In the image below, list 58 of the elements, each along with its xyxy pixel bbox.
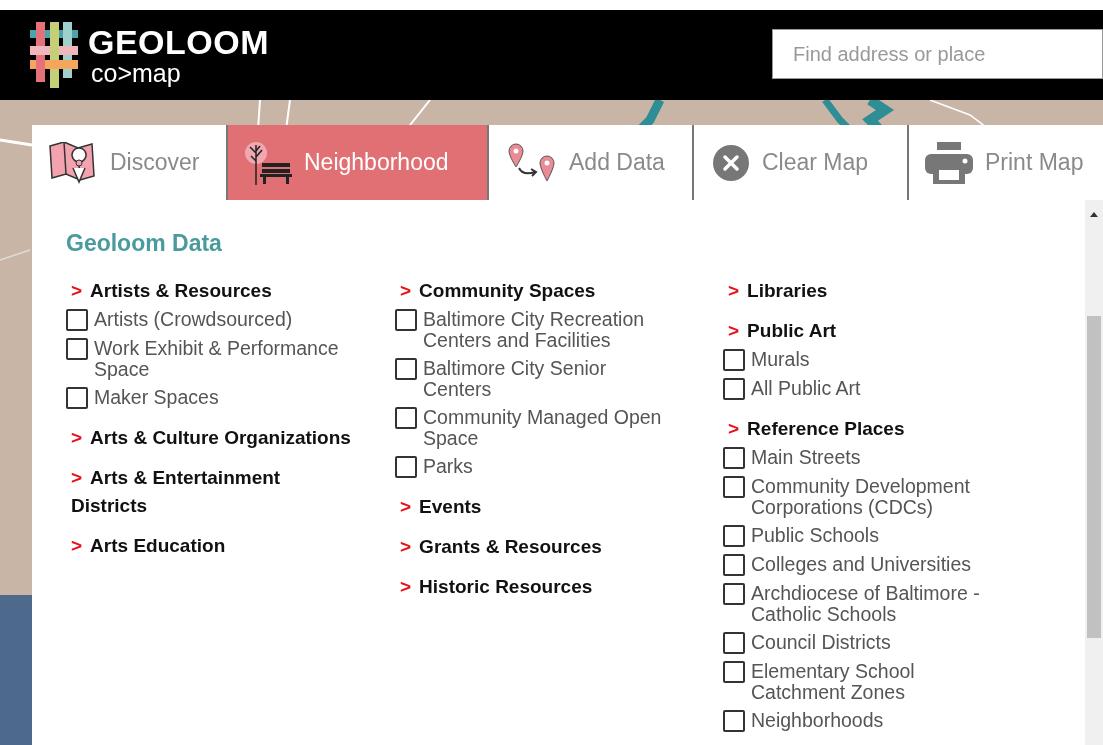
checkbox[interactable]	[723, 710, 745, 732]
checkbox[interactable]	[723, 583, 745, 605]
tree-bench-icon	[244, 140, 292, 185]
search-field[interactable]: Find address or place	[772, 29, 1103, 79]
category-heading[interactable]: > Historic Resources	[395, 573, 593, 601]
layer-label[interactable]: Baltimore City Senior Centers	[423, 358, 673, 400]
section-title: Geoloom Data	[66, 230, 222, 257]
pins-arrow-icon	[507, 141, 557, 184]
scrollbar-thumb[interactable]	[1087, 316, 1101, 638]
category-heading[interactable]: > Arts Education	[66, 532, 226, 560]
scrollbar[interactable]	[1085, 200, 1103, 745]
layer-label[interactable]: Council Districts	[751, 632, 891, 653]
checkbox[interactable]	[723, 661, 745, 683]
checkbox[interactable]	[723, 632, 745, 654]
category-heading[interactable]: > Community Spaces	[395, 277, 596, 305]
layer-label[interactable]: All Public Art	[751, 378, 861, 399]
scroll-up-icon[interactable]	[1089, 210, 1099, 218]
layer-label[interactable]: Public Schools	[751, 525, 879, 546]
layer-label[interactable]: Community Managed Open Space	[423, 407, 673, 449]
layer-label[interactable]: Murals	[751, 349, 810, 370]
checkbox[interactable]	[66, 309, 88, 331]
layer-label[interactable]: Main Streets	[751, 447, 861, 468]
checkbox[interactable]	[723, 447, 745, 469]
layer-label[interactable]: Artists (Crowdsourced)	[94, 309, 293, 330]
layer-label[interactable]: Elementary School Catchment Zones	[751, 661, 1001, 703]
layer-label[interactable]: Neighborhoods	[751, 710, 884, 731]
checkbox[interactable]	[723, 378, 745, 400]
checkbox[interactable]	[395, 309, 417, 331]
checkbox[interactable]	[723, 554, 745, 576]
close-icon	[712, 143, 750, 182]
logo-subtitle: co>map	[91, 60, 182, 86]
layer-label[interactable]: Maker Spaces	[94, 387, 219, 408]
category-heading[interactable]: > Events	[395, 493, 482, 521]
layer-label[interactable]: Colleges and Universities	[751, 554, 972, 575]
layer-label[interactable]: Archdiocese of Baltimore - Catholic Schools	[751, 583, 1001, 625]
logo-title: GEOLOOM	[88, 24, 270, 59]
category-heading[interactable]: > Grants & Resources	[395, 533, 602, 561]
layer-label[interactable]: Baltimore City Recreation Centers and Facilities	[423, 309, 673, 351]
category-heading[interactable]: > Arts & Entertainment Districts	[66, 464, 356, 520]
checkbox[interactable]	[66, 338, 88, 360]
layer-label[interactable]: Parks	[423, 456, 473, 477]
category-heading[interactable]: > Artists & Resources	[66, 277, 272, 305]
category-heading[interactable]: > Public Art	[723, 317, 837, 345]
checkbox[interactable]	[66, 387, 88, 409]
checkbox[interactable]	[395, 407, 417, 429]
checkbox[interactable]	[723, 349, 745, 371]
category-heading[interactable]: > Reference Places	[723, 415, 905, 443]
checkbox[interactable]	[395, 358, 417, 380]
layer-label[interactable]: Community Development Corporations (CDCs)	[751, 476, 1001, 518]
layer-label[interactable]: Work Exhibit & Performance Space	[94, 338, 344, 380]
weave-logo-icon	[30, 22, 80, 88]
checkbox[interactable]	[723, 525, 745, 547]
category-heading[interactable]: > Arts & Culture Organizations	[66, 424, 351, 452]
printer-icon	[925, 141, 973, 184]
checkbox[interactable]	[395, 456, 417, 478]
checkbox[interactable]	[723, 476, 745, 498]
category-heading[interactable]: > Libraries	[723, 277, 828, 305]
map-pin-icon	[48, 141, 98, 184]
